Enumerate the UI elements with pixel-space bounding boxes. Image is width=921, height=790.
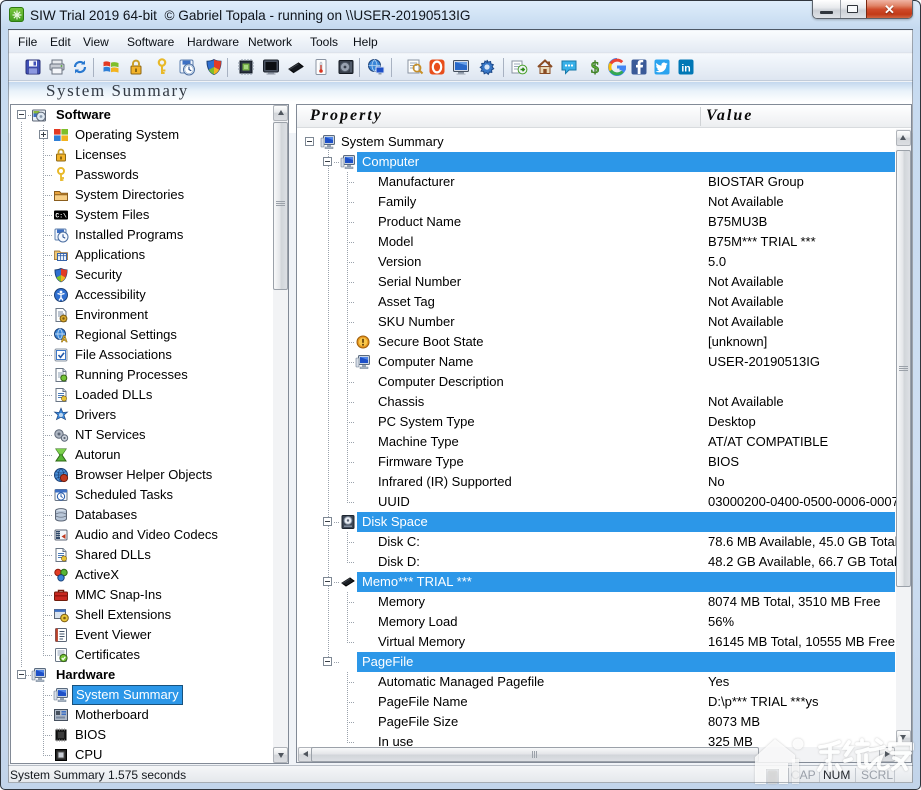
svg-text:$: $ [591, 58, 600, 76]
svg-text:in: in [681, 63, 690, 75]
svg-text:A: A [61, 334, 68, 343]
svg-text:C:\: C:\ [55, 213, 67, 220]
